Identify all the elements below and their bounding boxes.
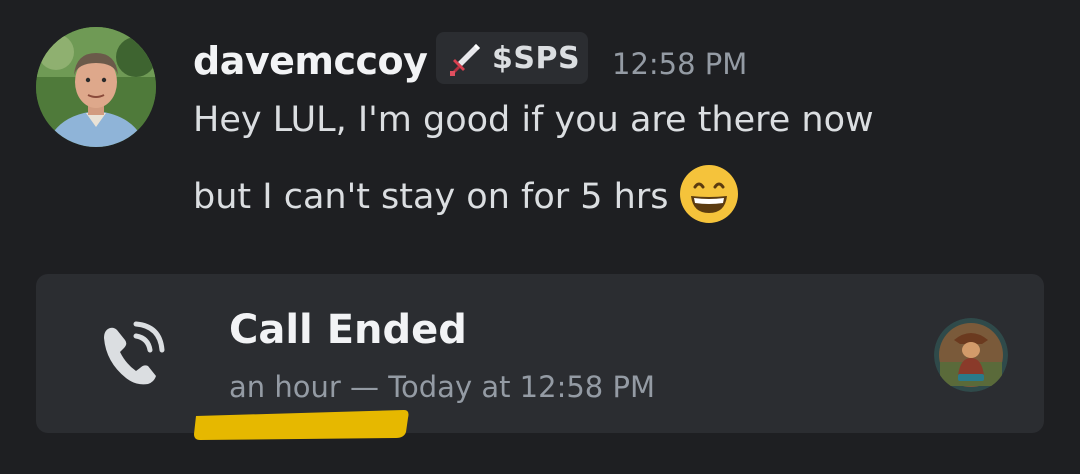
role-badge[interactable]: $SPS xyxy=(436,32,588,84)
call-ended-card[interactable]: Call Ended an hour — Today at 12:58 PM xyxy=(36,274,1044,433)
call-duration-time: an hour — Today at 12:58 PM xyxy=(229,370,655,404)
message-text-line-2: but I can't stay on for 5 hrs xyxy=(193,165,740,229)
chat-screen: davemccoy $SPS 12:58 PM Hey LUL, I'm goo… xyxy=(0,0,1080,474)
username[interactable]: davemccoy xyxy=(193,38,428,84)
chat-message: davemccoy $SPS 12:58 PM Hey LUL, I'm goo… xyxy=(0,0,1080,250)
sword-icon xyxy=(450,44,480,76)
avatar[interactable] xyxy=(36,27,156,147)
call-title: Call Ended xyxy=(229,307,467,353)
phone-call-icon xyxy=(104,321,165,385)
message-timestamp[interactable]: 12:58 PM xyxy=(612,44,747,84)
grinning-face-emoji[interactable] xyxy=(678,163,740,225)
participant-avatar[interactable] xyxy=(934,318,1008,392)
highlighter-mark xyxy=(194,410,409,440)
role-badge-label: $SPS xyxy=(492,40,581,76)
message-text-line: Hey LUL, I'm good if you are there now xyxy=(193,100,874,140)
message-text: but I can't stay on for 5 hrs xyxy=(193,177,669,217)
